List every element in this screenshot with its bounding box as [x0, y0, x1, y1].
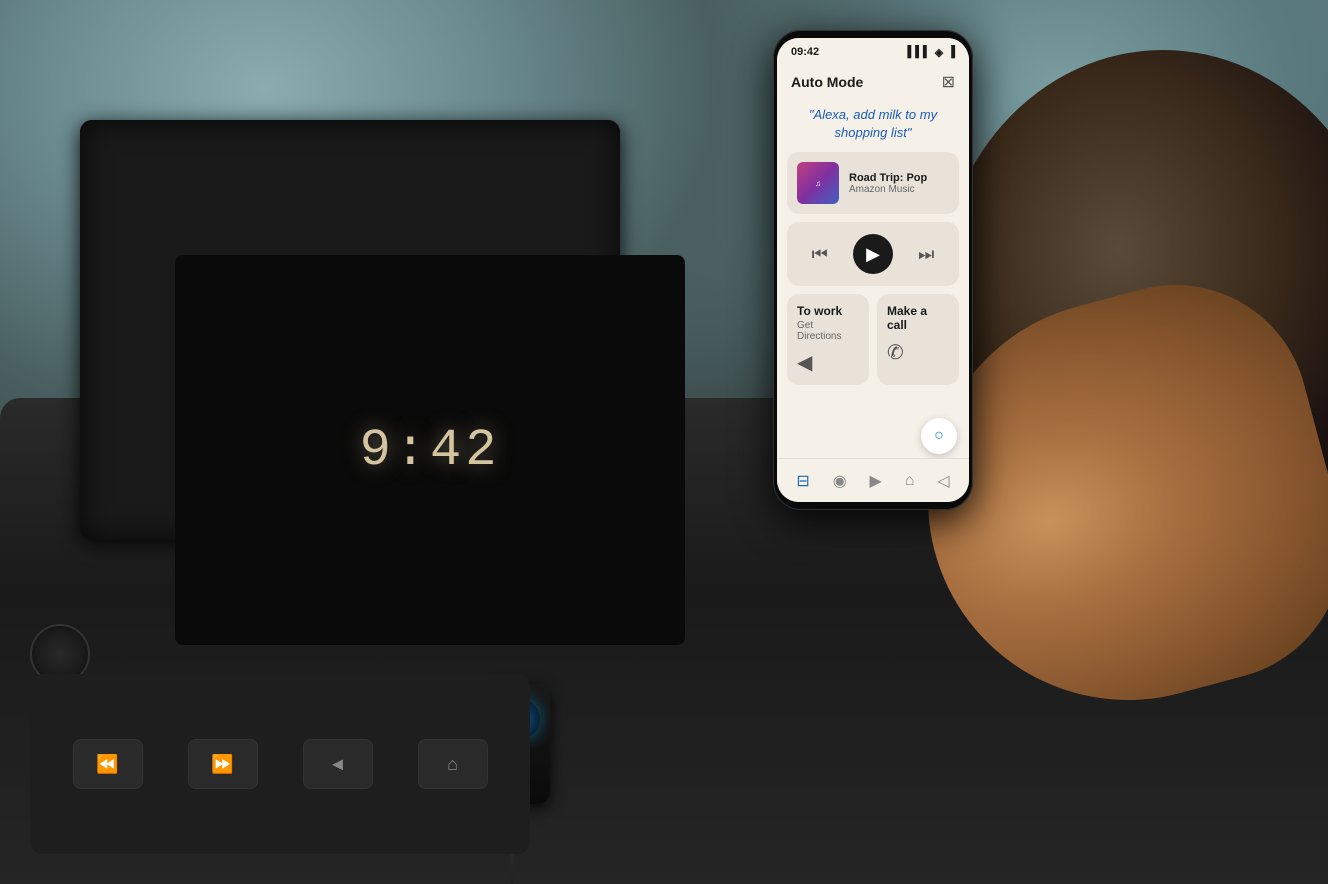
navigation-arrow-icon: ◀ [797, 350, 859, 375]
camera-off-icon: ⊠ [942, 72, 955, 92]
fast-forward-icon: ⏩ [211, 754, 233, 775]
wifi-icon: ◈ [935, 46, 943, 59]
action-cards: To work Get Directions ◀ Make a call ✆ [787, 294, 959, 385]
infotainment-frame: 9:42 [80, 120, 620, 540]
fast-forward-button[interactable]: ⏩ [188, 739, 258, 789]
call-card[interactable]: Make a call ✆ [877, 294, 959, 385]
next-icon: ⏭ [918, 244, 934, 264]
prev-track-button[interactable]: ⏮ [812, 244, 828, 265]
music-card[interactable]: ♫ Road Trip: Pop Amazon Music [787, 152, 959, 214]
play-icon: ▶ [866, 244, 880, 265]
nav-messages-tab[interactable]: ◉ [833, 471, 847, 491]
bottom-navigation: ⊟ ◉ ▶ ⌂ ◁ [777, 458, 969, 502]
music-service: Amazon Music [849, 184, 949, 195]
phone-body: 09:42 ▌▌▌ ◈ ▐ Auto Mode ⊠ "Alexa, add mi… [773, 30, 973, 510]
auto-mode-title: Auto Mode [791, 74, 863, 90]
play-pause-button[interactable]: ▶ [853, 234, 893, 274]
directions-card-subtitle: Get Directions [797, 320, 859, 342]
alexa-prompt-text: "Alexa, add milk to my shopping list" [791, 106, 955, 142]
music-info: Road Trip: Pop Amazon Music [849, 172, 949, 195]
infotainment-screen: 9:42 [175, 255, 685, 645]
battery-icon: ▐ [947, 46, 955, 58]
alexa-prompt: "Alexa, add milk to my shopping list" [777, 100, 969, 152]
home-icon: ⌂ [447, 754, 458, 775]
home-control-button[interactable]: ⌂ [418, 739, 488, 789]
phone-screen: 09:42 ▌▌▌ ◈ ▐ Auto Mode ⊠ "Alexa, add mi… [777, 38, 969, 502]
music-title: Road Trip: Pop [849, 172, 949, 184]
rewind-button[interactable]: ⏪ [73, 739, 143, 789]
player-controls: ⏮ ▶ ⏭ [787, 222, 959, 286]
alexa-circle-icon: ○ [934, 427, 944, 445]
back-icon: ◄ [329, 754, 347, 775]
rewind-icon: ⏪ [96, 754, 118, 775]
status-icons: ▌▌▌ ◈ ▐ [907, 46, 955, 59]
nav-home-tab[interactable]: ⊟ [796, 471, 809, 491]
status-time: 09:42 [791, 46, 819, 58]
phone-icon: ✆ [887, 340, 949, 365]
album-art: ♫ [797, 162, 839, 204]
directions-card-title: To work [797, 304, 859, 318]
nav-media-tab[interactable]: ▶ [870, 471, 882, 491]
directions-card[interactable]: To work Get Directions ◀ [787, 294, 869, 385]
prev-icon: ⏮ [812, 244, 828, 264]
call-card-title: Make a call [887, 304, 949, 332]
status-bar: 09:42 ▌▌▌ ◈ ▐ [777, 38, 969, 66]
next-track-button[interactable]: ⏭ [918, 244, 934, 265]
alexa-float-button[interactable]: ○ [921, 418, 957, 454]
music-note-icon: ♫ [815, 179, 821, 188]
infotainment-clock: 9:42 [360, 421, 501, 480]
back-button[interactable]: ◄ [303, 739, 373, 789]
steering-controls-panel: ⏪ ⏩ ◄ ⌂ [30, 674, 530, 854]
auto-mode-header: Auto Mode ⊠ [777, 66, 969, 100]
phone-mount: 09:42 ▌▌▌ ◈ ▐ Auto Mode ⊠ "Alexa, add mi… [758, 30, 988, 570]
signal-icon: ▌▌▌ [907, 46, 930, 58]
nav-house-tab[interactable]: ⌂ [905, 472, 915, 490]
car-scene: 9:42 ⏪ ⏩ ◄ ⌂ 09:42 [0, 0, 1328, 884]
nav-navigation-tab[interactable]: ◁ [937, 471, 949, 491]
